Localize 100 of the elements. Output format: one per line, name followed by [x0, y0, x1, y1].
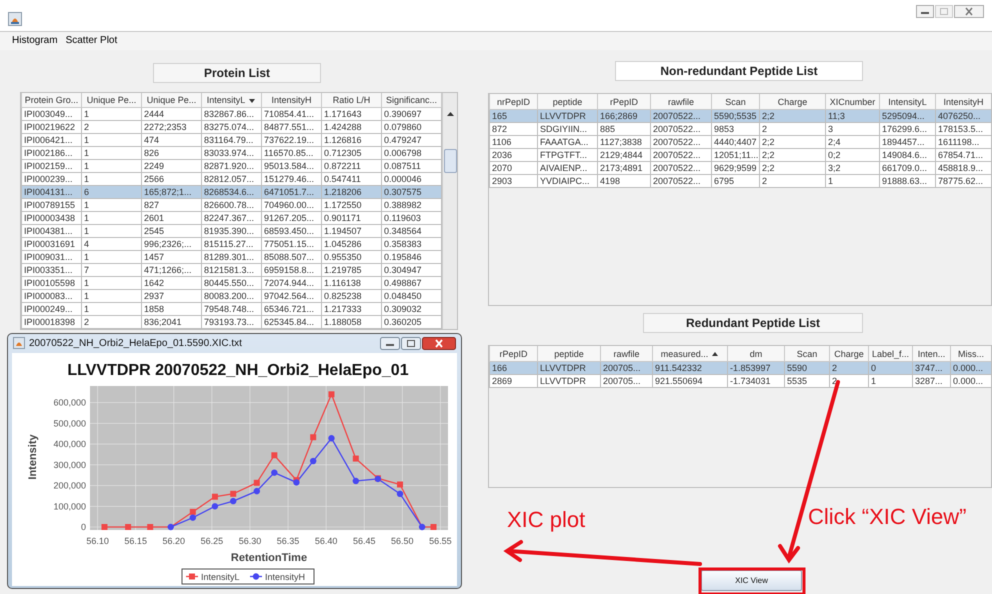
- scrollbar[interactable]: [442, 93, 457, 329]
- table-cell: 4440;4407: [712, 136, 760, 148]
- table-row[interactable]: IPI000083... 1 2937 80083.200... 97042.564... 0.825238 0.048450: [22, 290, 442, 302]
- table-row[interactable]: IPI00105598 1 1642 80445.550... 72074.944... 1.116138 0.498867: [22, 276, 442, 290]
- column-header[interactable]: Inten...: [912, 346, 950, 362]
- table-row[interactable]: IPI000239... 1 2566 82812.057... 151279.46... 0.547411 0.000046: [22, 172, 442, 186]
- table-cell: 710854.41...: [262, 108, 322, 120]
- column-header[interactable]: rPepID: [490, 346, 538, 362]
- menu-item[interactable]: Scatter Plot: [66, 34, 118, 50]
- table-row[interactable]: IPI00789155 1 827 826600.78... 704960.00... 1.172550 0.388982: [22, 198, 442, 212]
- table-cell: IPI004381...: [22, 224, 82, 238]
- table-cell: 5590;5535: [712, 110, 760, 122]
- column-header[interactable]: dm: [728, 346, 784, 362]
- table-cell: 1: [82, 224, 142, 238]
- column-header[interactable]: rawfile: [650, 94, 712, 110]
- table-cell: 2601: [142, 212, 202, 224]
- table-row[interactable]: IPI00219622 2 2272;2353 83275.074... 84877.551... 1.424288 0.079860: [22, 120, 442, 134]
- table-row[interactable]: 166 LLVVTDPR 200705... 911.542332 -1.853997 5590 2 0 3747... 0.000...: [490, 362, 991, 374]
- table-row[interactable]: IPI004131... 6 165;872;1... 8268534.6... 6471051.7... 1.218206 0.307575: [22, 186, 442, 198]
- column-header[interactable]: nrPepID: [490, 94, 538, 110]
- table-row[interactable]: 1106 FAAATGA... 1127;3838 20070522... 4440;4407 2;2 2;4 1894457... 1611198...: [490, 136, 991, 148]
- table-cell: 5535: [784, 374, 830, 388]
- table-cell: 2129;4844: [598, 148, 650, 162]
- table-cell: 2249: [142, 160, 202, 172]
- table-row[interactable]: 2903 YVDIAIPC... 4198 20070522... 6795 2 1 91888.63... 78775.62...: [490, 174, 991, 188]
- column-header[interactable]: IntensityH: [936, 94, 991, 110]
- table-cell: IPI00018398: [22, 316, 82, 328]
- table-cell: FAAATGA...: [538, 136, 598, 148]
- table-cell: 0.048450: [382, 290, 442, 302]
- table-cell: IPI00003438: [22, 212, 82, 224]
- table-cell: 67854.71...: [936, 148, 991, 162]
- column-header[interactable]: IntensityH: [262, 93, 322, 108]
- table-row[interactable]: IPI00031691 4 996;2326;... 815115.27... 775051.15... 1.045286 0.358383: [22, 238, 442, 250]
- table-cell: FTPGTFT...: [538, 148, 598, 162]
- table-row[interactable]: IPI00003438 1 2601 82247.367... 91267.205... 0.901171 0.119603: [22, 212, 442, 224]
- table-cell: 704960.00...: [262, 198, 322, 212]
- table-cell: 200705...: [600, 362, 652, 374]
- column-header[interactable]: Significanc...: [382, 93, 442, 108]
- column-header[interactable]: Label_f...: [868, 346, 912, 362]
- column-header[interactable]: Ratio L/H: [322, 93, 382, 108]
- column-header[interactable]: measured...: [652, 346, 728, 362]
- table-cell: 1: [82, 276, 142, 290]
- column-header[interactable]: IntensityL: [880, 94, 936, 110]
- table-row[interactable]: IPI00018398 2 836;2041 793193.73... 625345.84... 1.188058 0.360205: [22, 316, 442, 328]
- table-row[interactable]: IPI003351... 7 471;1266;... 8121581.3... 6959158.8... 1.219785 0.304947: [22, 264, 442, 276]
- column-header[interactable]: rawfile: [600, 346, 652, 362]
- table-cell: 81289.301...: [202, 250, 262, 264]
- scroll-thumb[interactable]: [444, 149, 456, 173]
- menu-item[interactable]: Histogram: [12, 34, 58, 50]
- table-cell: 1.116138: [322, 276, 382, 290]
- table-cell: IPI002159...: [22, 160, 82, 172]
- table-row[interactable]: IPI004381... 1 2545 81935.390... 68593.450... 1.194507 0.348564: [22, 224, 442, 238]
- minimize-icon[interactable]: [380, 336, 400, 350]
- column-header[interactable]: Scan: [784, 346, 830, 362]
- table-row[interactable]: IPI000249... 1 1858 79548.748... 65346.721... 1.217333 0.309032: [22, 302, 442, 316]
- table-cell: 1.217333: [322, 302, 382, 316]
- close-icon[interactable]: [954, 5, 984, 18]
- table-cell: 80445.550...: [202, 276, 262, 290]
- table-row[interactable]: IPI002159... 1 2249 82871.920... 95013.584... 0.872211 0.087511: [22, 160, 442, 172]
- table-cell: IPI00031691: [22, 238, 82, 250]
- table-cell: 458818.9...: [936, 162, 991, 174]
- column-header[interactable]: IntensityL: [202, 93, 262, 108]
- column-header[interactable]: peptide: [538, 94, 598, 110]
- table-cell: 1: [82, 250, 142, 264]
- table-cell: 0.390697: [382, 108, 442, 120]
- table-cell: 1858: [142, 302, 202, 316]
- column-header[interactable]: Unique Pe...: [82, 93, 142, 108]
- table-cell: 2;2: [760, 148, 826, 162]
- column-header[interactable]: Scan: [712, 94, 760, 110]
- column-header[interactable]: Charge: [830, 346, 868, 362]
- table-cell: 0.498867: [382, 276, 442, 290]
- axis-label: Intensity: [27, 434, 39, 480]
- table-cell: 0.195846: [382, 250, 442, 264]
- table-cell: 0.307575: [382, 186, 442, 198]
- table-cell: IPI00789155: [22, 198, 82, 212]
- table-row[interactable]: 2036 FTPGTFT... 2129;4844 20070522... 12051;11... 2;2 0;2 149084.6... 67854.71...: [490, 148, 991, 162]
- table-cell: 0.000046: [382, 172, 442, 186]
- table-cell: 166;2869: [598, 110, 650, 122]
- table-cell: 0.825238: [322, 290, 382, 302]
- table-cell: 2: [760, 122, 826, 136]
- column-header[interactable]: Protein Gro...: [22, 93, 82, 108]
- column-header[interactable]: Charge: [760, 94, 826, 110]
- maximize-icon[interactable]: [401, 336, 421, 350]
- table-cell: 1611198...: [936, 136, 991, 148]
- table-row[interactable]: 165 LLVVTDPR 166;2869 20070522... 5590;5535 2;2 11;3 5295094... 4076250...: [490, 110, 991, 122]
- table-row[interactable]: IPI002186... 1 826 83033.974... 116570.85... 0.712305 0.006798: [22, 146, 442, 160]
- column-header[interactable]: peptide: [538, 346, 600, 362]
- minimize-icon[interactable]: [916, 5, 934, 18]
- column-header[interactable]: Unique Pe...: [142, 93, 202, 108]
- close-icon[interactable]: [422, 336, 456, 350]
- data-point: [430, 524, 437, 530]
- column-header[interactable]: Miss...: [950, 346, 991, 362]
- column-header[interactable]: XICnumber: [826, 94, 880, 110]
- table-row[interactable]: IPI009031... 1 1457 81289.301... 85088.507... 0.955350 0.195846: [22, 250, 442, 264]
- xic-view-button[interactable]: XIC View: [701, 570, 802, 591]
- column-header[interactable]: rPepID: [598, 94, 650, 110]
- table-row[interactable]: IPI003049... 1 2444 832867.86... 710854.41... 1.171643 0.390697: [22, 108, 442, 120]
- table-row[interactable]: 872 SDGIYIIN... 885 20070522... 9853 2 3 176299.6... 178153.5...: [490, 122, 991, 136]
- table-row[interactable]: IPI006421... 1 474 831164.79... 737622.19... 1.126816 0.479247: [22, 134, 442, 146]
- table-row[interactable]: 2070 AIVAIENP... 2173;4891 20070522... 9629;9599 2;2 3;2 661709.0... 458818.9...: [490, 162, 991, 174]
